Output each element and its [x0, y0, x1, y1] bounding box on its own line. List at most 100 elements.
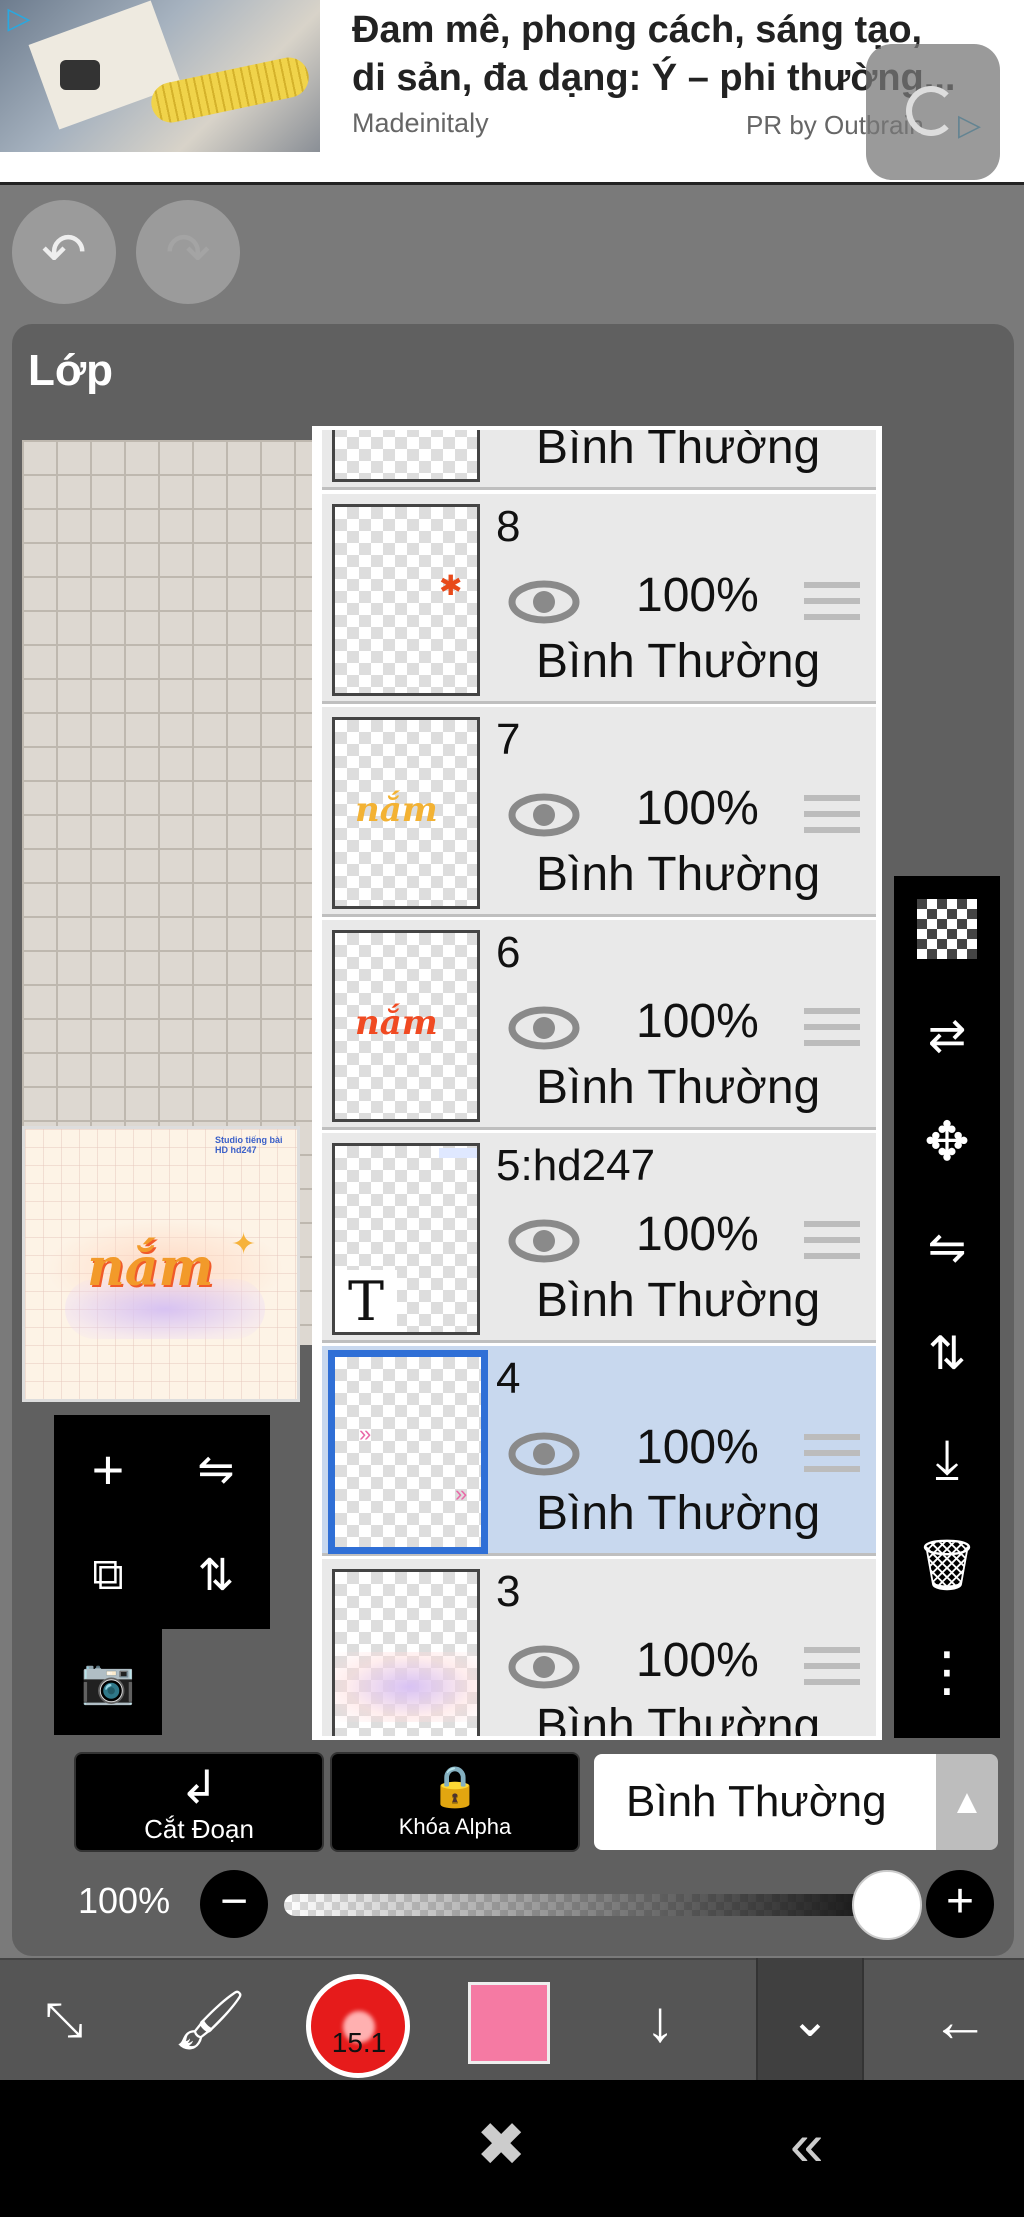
- checkerboard-icon: [917, 899, 977, 959]
- layer-thumbnail[interactable]: ✱: [332, 504, 480, 696]
- layers-button[interactable]: ⌄: [756, 1958, 864, 2082]
- text-layer-icon: T: [335, 1270, 397, 1332]
- bottom-toolbar: ⤡ 🖌 15.1 ↓ ⌄ ←: [0, 1958, 1024, 2082]
- eye-icon[interactable]: [508, 1004, 580, 1052]
- color-swatch[interactable]: [468, 1982, 550, 2064]
- layer-opacity: 100%: [636, 782, 759, 835]
- arrow-left-icon: ←: [931, 1988, 989, 2054]
- transparent-fill-button[interactable]: [894, 876, 1000, 982]
- adchoices-icon[interactable]: ▷: [2, 2, 36, 36]
- layer-row[interactable]: nắm 6 100% Bình Thường: [322, 920, 876, 1130]
- layer-thumbnail[interactable]: nắm: [332, 717, 480, 909]
- layer-row[interactable]: 3 100% Bình Thường: [322, 1559, 876, 1740]
- layer-opacity: 100%: [636, 995, 759, 1048]
- eye-icon[interactable]: [508, 791, 580, 839]
- close-ad-icon[interactable]: ✖: [476, 2110, 526, 2180]
- layer-thumbnail[interactable]: T: [332, 1143, 480, 1335]
- layer-row[interactable]: T 5:hd247 100% Bình Thường: [322, 1133, 876, 1343]
- layer-name: 5:hd247: [496, 1141, 656, 1190]
- drag-handle-icon[interactable]: [804, 1434, 860, 1480]
- flip-vertical-layer-button[interactable]: ⇅: [894, 1300, 1000, 1406]
- drag-handle-icon[interactable]: [804, 795, 860, 841]
- layer-blend-mode: Bình Thường: [536, 1274, 821, 1327]
- move-button[interactable]: ✥: [894, 1088, 1000, 1194]
- drag-handle-icon[interactable]: [804, 1221, 860, 1267]
- alpha-lock-button[interactable]: 🔒 Khóa Alpha: [330, 1752, 580, 1852]
- drag-handle-icon[interactable]: [804, 582, 860, 628]
- drag-handle-icon[interactable]: [804, 1647, 860, 1693]
- layer-opacity: 100%: [636, 569, 759, 622]
- layer-opacity: 100%: [636, 1421, 759, 1474]
- redo-button[interactable]: ↷: [136, 200, 240, 304]
- layer-name: 8: [496, 502, 521, 551]
- flip-horizontal-icon: ⇋: [927, 1221, 967, 1273]
- layer-row[interactable]: ✱ 8 100% Bình Thường: [322, 494, 876, 704]
- layer-blend-mode: Bình Thường: [536, 635, 821, 688]
- layer-action-grid: + ⇋ ⧉ ⇅ 📷: [54, 1415, 270, 1737]
- layer-down-button[interactable]: ↓: [600, 1960, 720, 2082]
- camera-button[interactable]: 📷: [54, 1627, 162, 1735]
- undo-button[interactable]: ↶: [12, 200, 116, 304]
- duplicate-layer-button[interactable]: ⧉: [54, 1521, 162, 1629]
- add-layer-button[interactable]: +: [54, 1415, 162, 1523]
- opacity-slider-knob[interactable]: [852, 1870, 922, 1940]
- clipping-button[interactable]: ↲ Cắt Đoạn: [74, 1752, 324, 1852]
- blend-mode-select[interactable]: Bình Thường: [594, 1754, 936, 1850]
- delete-layer-button[interactable]: 🗑: [894, 1512, 1000, 1618]
- flip-vertical-button[interactable]: ⇅: [162, 1521, 270, 1629]
- ad-source: Madeinitaly: [352, 108, 489, 138]
- system-nav-bar: ✖ «: [0, 2080, 1024, 2217]
- back-button[interactable]: ←: [900, 1960, 1020, 2082]
- duplicate-icon: ⧉: [92, 1550, 124, 1599]
- plus-icon: +: [91, 1437, 125, 1501]
- transform-tool-button[interactable]: ⤡: [4, 1960, 124, 2082]
- layers-list[interactable]: Bình Thường ✱ 8 100% Bình Thường nắm 7 1…: [312, 426, 882, 1740]
- ad-banner[interactable]: ▷ Đam mê, phong cách, sáng tạo, di sản, …: [0, 0, 1024, 185]
- layer-row-selected[interactable]: » » 4 100% Bình Thường: [322, 1346, 876, 1556]
- clipping-label: Cắt Đoạn: [144, 1814, 254, 1844]
- merge-down-button[interactable]: ⤓: [894, 1406, 1000, 1512]
- more-options-button[interactable]: ⋮: [894, 1618, 1000, 1724]
- layer-thumbnail[interactable]: nắm: [332, 930, 480, 1122]
- arrow-down-icon: ↓: [645, 1988, 675, 2054]
- opacity-value: 100%: [78, 1880, 171, 1921]
- ad-image[interactable]: [0, 0, 320, 152]
- brush-size-value: 15.1: [331, 2027, 387, 2058]
- double-chevron-left-icon[interactable]: «: [790, 2110, 823, 2179]
- layer-thumbnail[interactable]: » »: [328, 1350, 488, 1554]
- layer-opacity: 100%: [636, 1208, 759, 1261]
- opacity-decrease-button[interactable]: −: [200, 1870, 268, 1938]
- brush-tool-button[interactable]: 🖌: [150, 1960, 270, 2082]
- trash-icon: 🗑: [915, 1536, 979, 1593]
- layer-row[interactable]: Bình Thường: [322, 430, 876, 490]
- layer-name: 6: [496, 928, 521, 977]
- brush-size-button[interactable]: 15.1: [306, 1974, 410, 2078]
- more-vertical-icon: ⋮: [920, 1641, 974, 1702]
- convert-layer-button[interactable]: ⇄: [894, 982, 1000, 1088]
- minus-icon: −: [219, 1875, 249, 1928]
- move-icon: ✥: [924, 1111, 970, 1172]
- transform-icon: ⤡: [44, 1994, 84, 2047]
- layer-blend-mode: Bình Thường: [536, 1700, 821, 1740]
- flip-horizontal-button[interactable]: ⇋: [162, 1415, 270, 1523]
- plus-icon: +: [945, 1875, 975, 1928]
- eye-icon[interactable]: [508, 578, 580, 626]
- layer-thumbnail[interactable]: [332, 430, 480, 482]
- undo-icon: ↶: [41, 222, 87, 283]
- drag-handle-icon[interactable]: [804, 1008, 860, 1054]
- eye-icon[interactable]: [508, 1217, 580, 1265]
- layer-row[interactable]: nắm 7 100% Bình Thường: [322, 707, 876, 917]
- canvas-preview[interactable]: nắm ✦ Studio tiếng bài HD hd247: [22, 1126, 300, 1402]
- opacity-increase-button[interactable]: +: [926, 1870, 994, 1938]
- eye-icon[interactable]: [508, 1430, 580, 1478]
- opacity-slider-track[interactable]: [284, 1894, 888, 1916]
- layer-thumbnail[interactable]: [332, 1569, 480, 1736]
- chevron-double-down-icon: ⌄: [789, 1994, 831, 2047]
- eye-icon[interactable]: [508, 1643, 580, 1691]
- ad-close-button[interactable]: [866, 44, 1000, 180]
- close-ring-icon: [906, 86, 956, 136]
- redo-icon: ↷: [165, 222, 211, 283]
- lock-icon: 🔒: [430, 1765, 480, 1809]
- flip-horizontal-layer-button[interactable]: ⇋: [894, 1194, 1000, 1300]
- blend-mode-arrow-icon[interactable]: ▲: [936, 1754, 998, 1850]
